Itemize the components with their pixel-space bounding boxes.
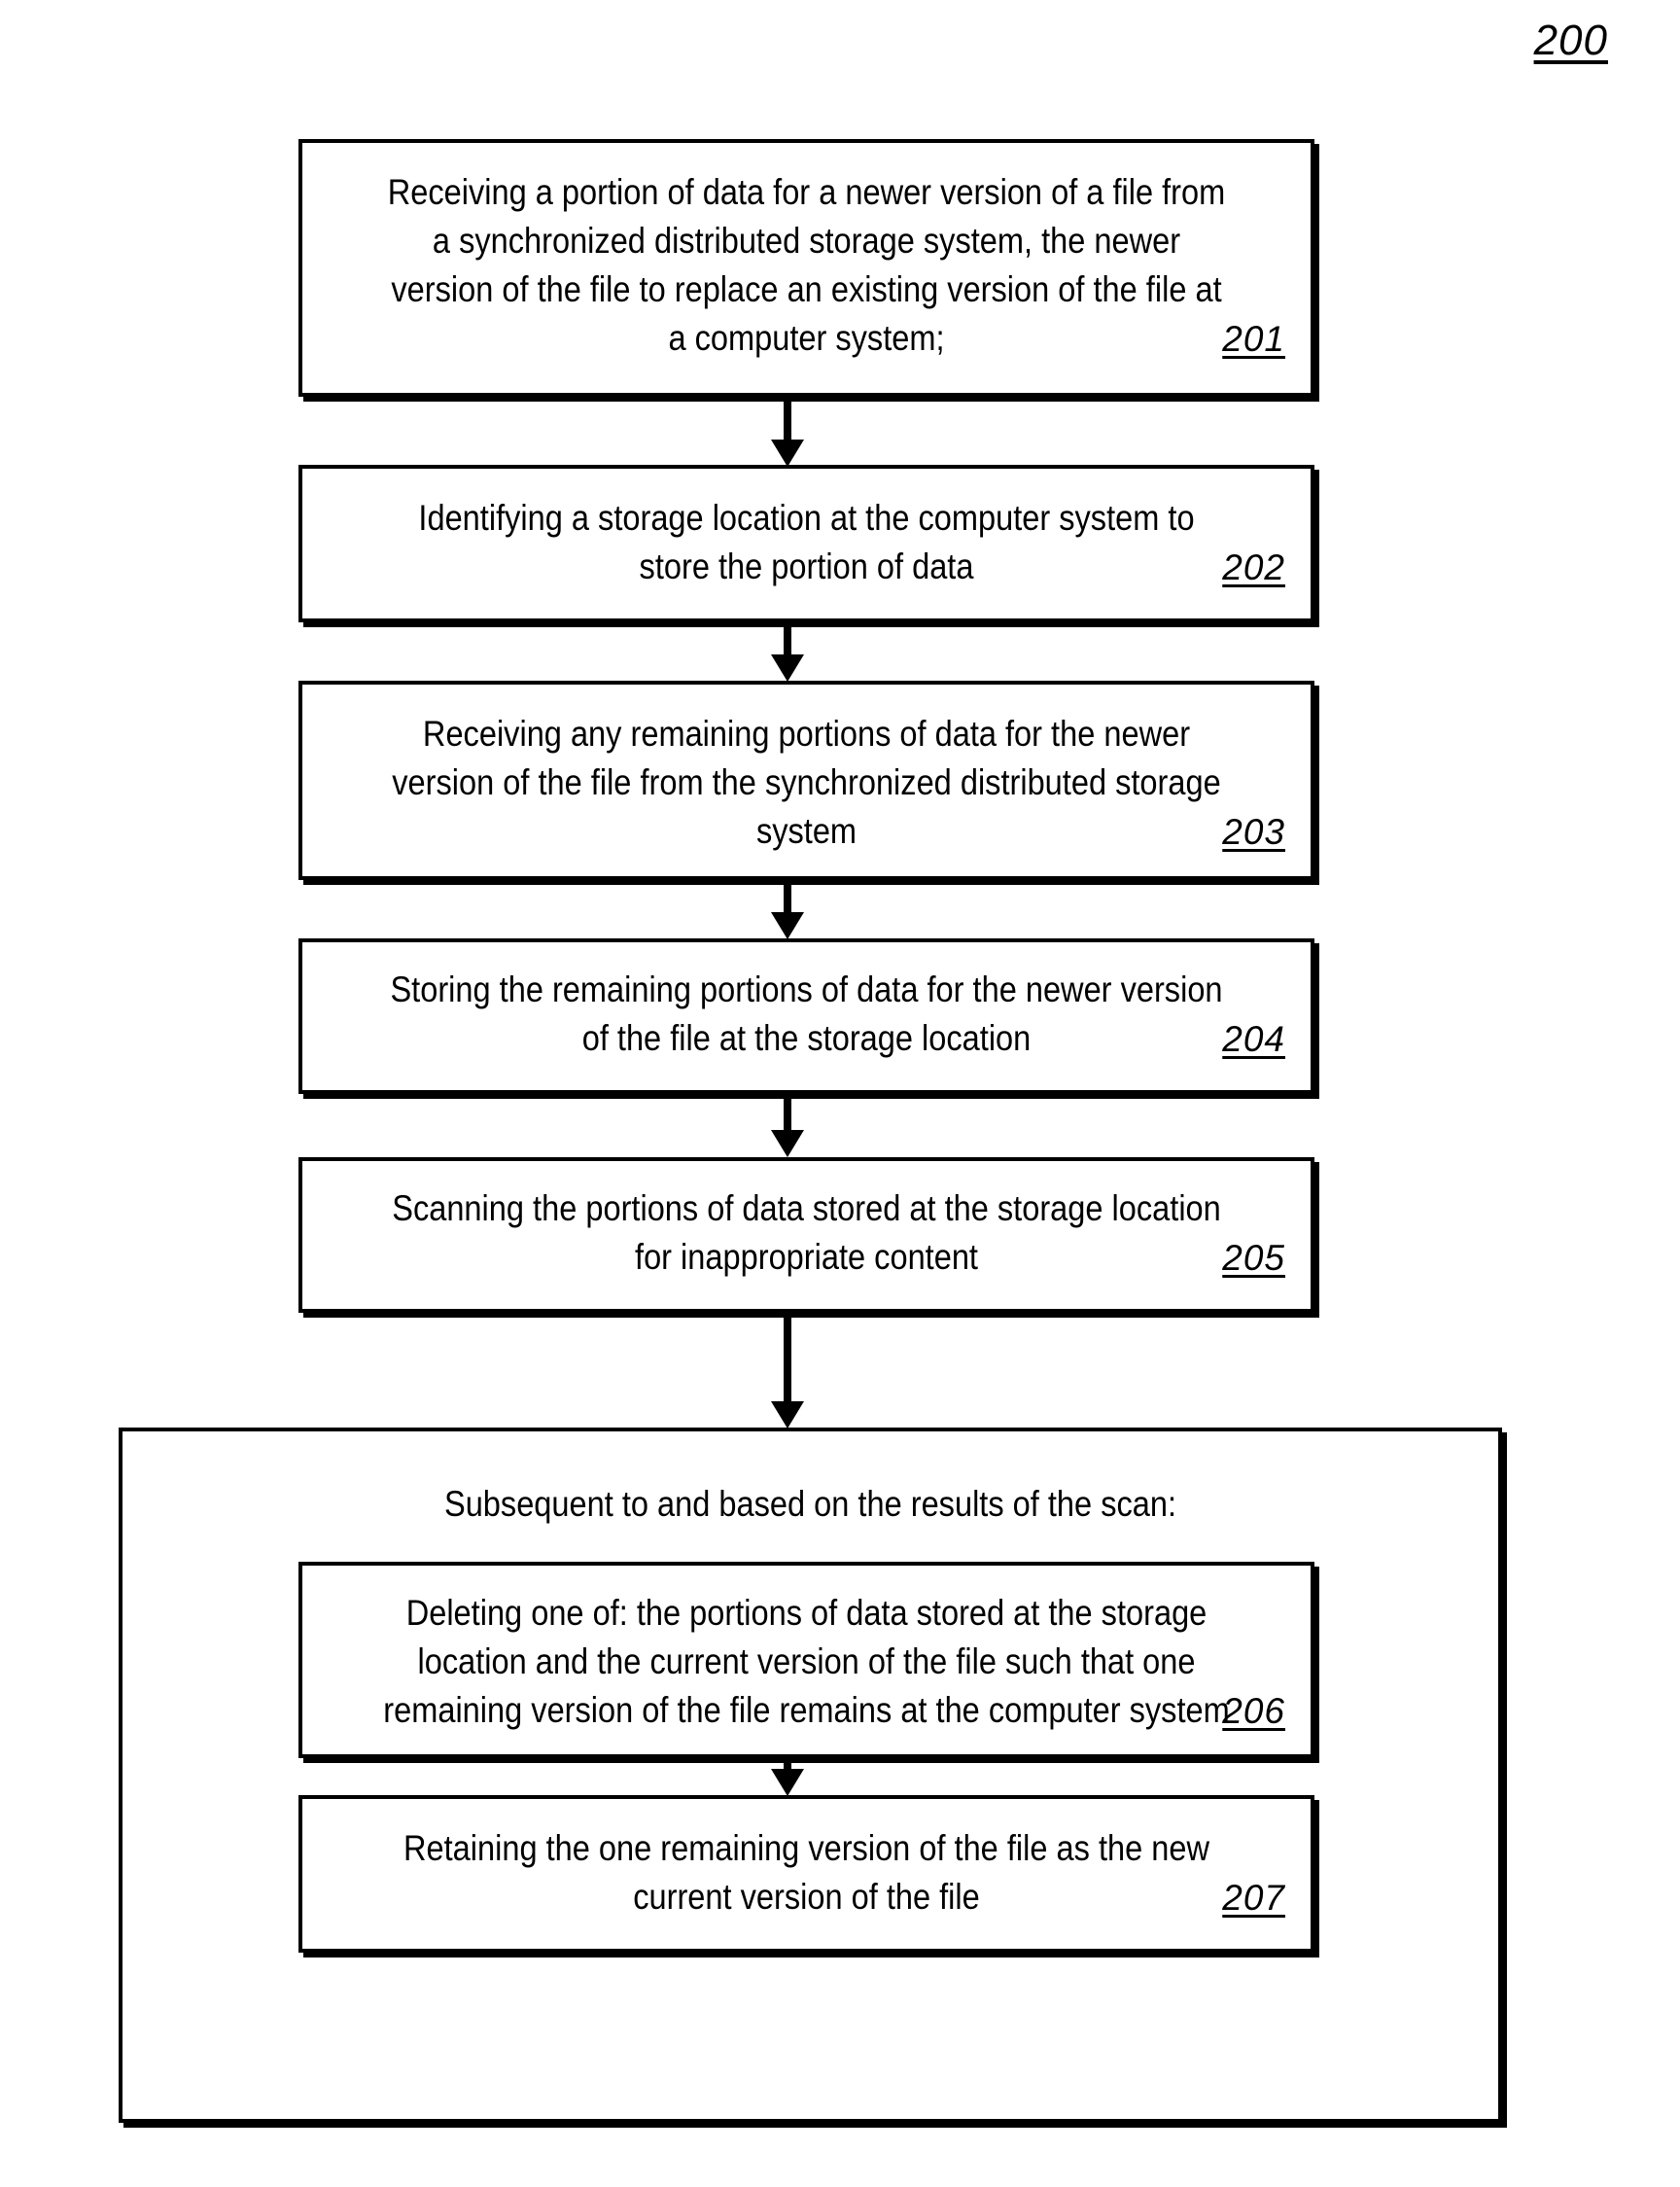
flow-step-box-203: Receiving any remaining portions of data… bbox=[298, 681, 1314, 880]
connector-arrow-203-to-204 bbox=[771, 885, 804, 939]
flow-step-box-207: Retaining the one remaining version of t… bbox=[298, 1795, 1314, 1953]
connector-arrow-204-to-205 bbox=[771, 1099, 804, 1157]
connector-arrow-202-to-203 bbox=[771, 627, 804, 682]
figure-number-label: 200 bbox=[1533, 17, 1608, 64]
flow-step-box-201: Receiving a portion of data for a newer … bbox=[298, 139, 1314, 397]
connector-arrow-206-to-207 bbox=[771, 1763, 804, 1796]
flow-step-text-201: Receiving a portion of data for a newer … bbox=[387, 172, 1226, 358]
flow-step-box-205: Scanning the portions of data stored at … bbox=[298, 1157, 1314, 1313]
conditional-group-container: Subsequent to and based on the results o… bbox=[119, 1428, 1502, 2123]
conditional-group-heading: Subsequent to and based on the results o… bbox=[443, 1484, 1177, 1524]
connector-arrow-205-to-group bbox=[771, 1318, 804, 1429]
connector-arrow-201-to-202 bbox=[771, 401, 804, 467]
flow-step-text-205: Scanning the portions of data stored at … bbox=[392, 1188, 1221, 1277]
flow-step-text-203: Receiving any remaining portions of data… bbox=[392, 714, 1221, 851]
flow-step-text-204: Storing the remaining portions of data f… bbox=[390, 970, 1223, 1058]
flow-step-box-206: Deleting one of: the portions of data st… bbox=[298, 1562, 1314, 1758]
flow-step-box-204: Storing the remaining portions of data f… bbox=[298, 938, 1314, 1094]
flow-step-text-206: Deleting one of: the portions of data st… bbox=[383, 1593, 1230, 1730]
flow-step-box-202: Identifying a storage location at the co… bbox=[298, 465, 1314, 622]
flow-step-text-207: Retaining the one remaining version of t… bbox=[403, 1828, 1209, 1917]
flow-step-text-202: Identifying a storage location at the co… bbox=[418, 498, 1195, 586]
